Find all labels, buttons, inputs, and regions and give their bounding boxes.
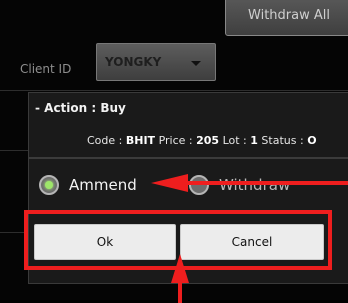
lot-label: Lot : xyxy=(222,134,247,147)
client-id-label: Client ID xyxy=(20,62,72,76)
arrow-up-icon xyxy=(171,254,189,283)
code-value: BHIT xyxy=(125,134,156,147)
divider xyxy=(0,90,348,91)
cancel-button[interactable]: Cancel xyxy=(180,224,324,260)
status-label: Status : xyxy=(261,134,304,147)
ammend-label[interactable]: Ammend xyxy=(69,176,137,194)
client-id-dropdown[interactable]: YONGKY xyxy=(96,43,216,81)
arrow-shaft xyxy=(178,283,182,303)
chevron-down-icon xyxy=(191,61,201,66)
dialog-divider xyxy=(29,157,348,159)
order-info: Code : BHIT Price : 205 Lot : 1 Status :… xyxy=(87,134,317,147)
lot-value: 1 xyxy=(250,134,258,147)
arrow-shaft xyxy=(188,181,348,185)
client-id-value: YONGKY xyxy=(105,55,162,69)
price-value: 205 xyxy=(196,134,220,147)
code-label: Code : xyxy=(87,134,123,147)
ammend-radio[interactable] xyxy=(39,175,59,195)
dialog-title: - Action : Buy xyxy=(35,101,126,115)
withdraw-label[interactable]: Withdraw xyxy=(219,176,290,194)
withdraw-radio[interactable] xyxy=(189,175,209,195)
ok-button[interactable]: Ok xyxy=(34,224,176,260)
withdraw-all-button[interactable]: Withdraw All xyxy=(225,0,348,36)
price-label: Price : xyxy=(158,134,193,147)
status-value: O xyxy=(307,134,317,147)
arrow-left-icon xyxy=(151,174,188,192)
